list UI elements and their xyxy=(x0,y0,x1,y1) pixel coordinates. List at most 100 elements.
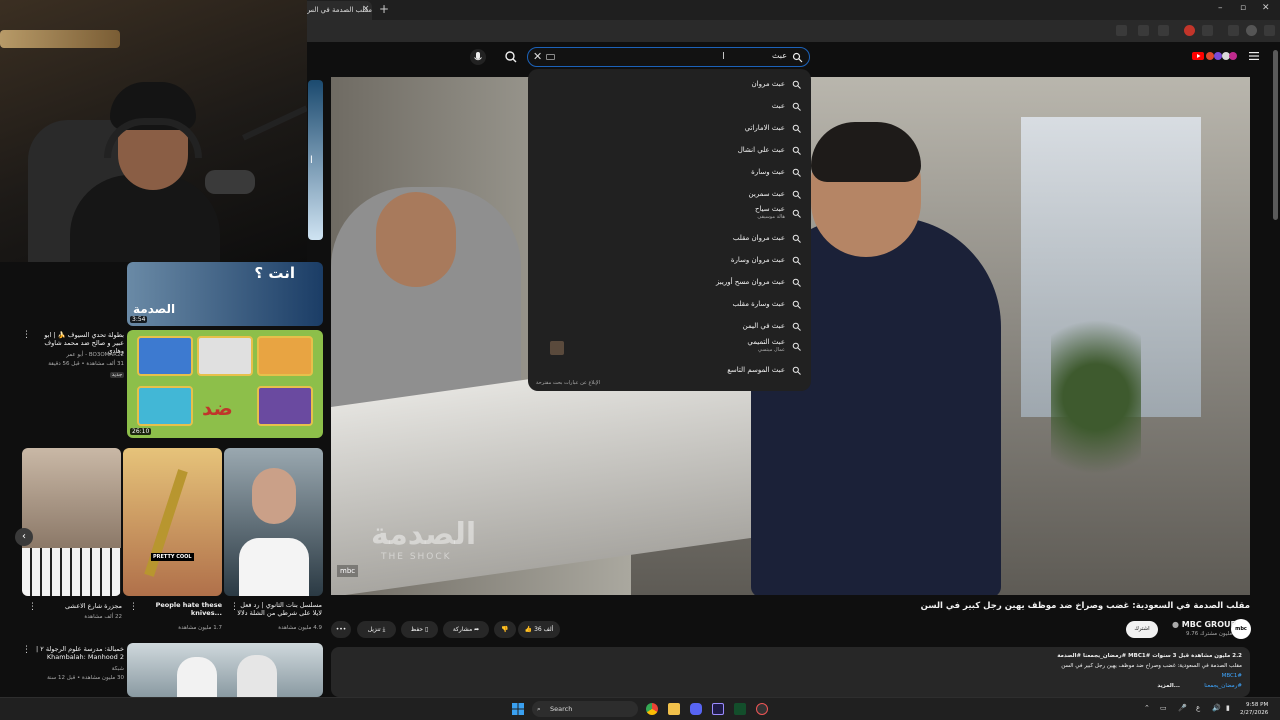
suggestion-text: عبث سمرين xyxy=(749,190,785,198)
keyboard-language[interactable]: ع xyxy=(1196,704,1200,712)
description-box[interactable]: 2.2 مليون مشاهدة قبل 3 سنوات #MBC1 #رمضا… xyxy=(331,647,1250,697)
search-suggestion[interactable]: عبث وسارة xyxy=(751,163,801,181)
video-title[interactable]: خمبالة: مدرسة علوم الرجولة ٢ | Khambalah… xyxy=(36,645,124,661)
search-suggestion[interactable]: عبث التميمي عمال ميتسي xyxy=(747,337,801,355)
like-button[interactable]: 👍 36 ألف xyxy=(518,621,560,638)
short-title[interactable]: مسلسل بنات الثانوي | رد فعل لايلا على شر… xyxy=(236,601,322,617)
short-title[interactable]: مجزرة شارع الاعشى xyxy=(36,602,122,610)
tab-close-icon[interactable]: × xyxy=(362,4,370,14)
short-title[interactable]: People hate these knives... xyxy=(136,601,222,617)
show-more-link[interactable]: ...المزيد xyxy=(1157,683,1180,689)
suggestion-label: عبث مروان وسارة xyxy=(730,256,785,264)
chrome-icon[interactable] xyxy=(646,703,658,715)
recommendation-thumbnail[interactable]: ضد 26:10 xyxy=(127,330,323,438)
search-suggestion[interactable]: عبث مروان xyxy=(752,75,801,93)
suggestion-label: عبث التميمي xyxy=(747,338,785,346)
close-window-button[interactable]: ✕ xyxy=(1262,3,1270,13)
install-icon[interactable] xyxy=(1138,25,1149,36)
premiere-icon[interactable] xyxy=(712,703,724,715)
browser-menu-icon[interactable] xyxy=(1264,25,1275,36)
download-button[interactable]: تنزيل ⤓ xyxy=(357,621,396,638)
channel-name[interactable]: BO3OMAR22 - أبو عمر xyxy=(36,352,124,358)
file-explorer-icon[interactable] xyxy=(668,703,680,715)
more-actions-icon[interactable]: ⋮ xyxy=(22,645,31,655)
hashtag-link[interactable]: #رمضان_يجمعنا xyxy=(1204,683,1242,689)
speaker-icon[interactable]: 🔊 xyxy=(1212,704,1221,712)
channel-name[interactable]: شبكة xyxy=(36,666,124,672)
extension-red-icon[interactable] xyxy=(1184,25,1195,36)
system-clock[interactable]: 9:58 PM 2/27/2026 xyxy=(1240,701,1268,717)
suggestion-label: عبث في اليمن xyxy=(742,322,785,330)
search-icon xyxy=(792,52,803,63)
suggestion-text: عبث مروان وسارة xyxy=(731,256,785,264)
excel-icon[interactable] xyxy=(734,703,746,715)
tray-mic-icon[interactable]: 🎤 xyxy=(1178,704,1187,712)
bookmark-star-icon[interactable] xyxy=(1158,25,1169,36)
suggestion-thumbnail[interactable] xyxy=(550,341,564,355)
extension-icon[interactable] xyxy=(1116,25,1127,36)
media-icon[interactable] xyxy=(1228,25,1239,36)
clear-search-icon[interactable]: ✕ xyxy=(533,50,542,63)
short-views: 4.9 مليون مشاهدة xyxy=(278,625,322,631)
short-thumbnail[interactable] xyxy=(224,448,323,596)
carousel-prev-button[interactable]: ‹ xyxy=(15,528,33,546)
download-label: تنزيل xyxy=(367,626,381,633)
search-input[interactable]: ✕ عبث xyxy=(527,47,810,67)
new-tab-button[interactable]: + xyxy=(379,2,389,16)
hamburger-menu-icon[interactable] xyxy=(1249,52,1259,60)
thumbnail-logo: الصدمة xyxy=(133,302,176,316)
tray-chevron-icon[interactable]: ⌃ xyxy=(1144,704,1150,712)
screen: مقلب الصدمة في الس × + – ▫ ✕ ✕ عبث I الص… xyxy=(0,0,1280,720)
search-button[interactable] xyxy=(500,47,522,67)
download-icon: ⤓ xyxy=(380,626,386,633)
search-icon xyxy=(792,322,801,331)
discord-icon[interactable] xyxy=(690,703,702,715)
suggestion-label: عبث الموسم التاسع xyxy=(727,366,785,374)
windows-start-icon[interactable] xyxy=(512,703,524,715)
suggestion-label: عبث سياح xyxy=(754,205,785,213)
save-button[interactable]: حفظ ▯ xyxy=(401,621,438,638)
microphone-icon[interactable] xyxy=(470,49,486,65)
verified-icon: ● xyxy=(1172,620,1182,629)
search-suggestion[interactable]: عبث وسارة مقلب xyxy=(732,295,801,313)
profile-avatar[interactable] xyxy=(1246,25,1257,36)
search-icon: ⌕ xyxy=(537,705,541,713)
suggestion-subtext: هالة موسيقى xyxy=(757,214,785,220)
browser-extensions-cluster[interactable] xyxy=(1192,51,1238,61)
page-scrollbar[interactable] xyxy=(1273,50,1278,220)
more-actions-button[interactable]: ••• xyxy=(331,621,351,638)
suggestion-text: عبث مروان مقلب xyxy=(733,234,785,242)
search-suggestion[interactable]: عبث سمرين xyxy=(749,185,801,203)
hashtag-link[interactable]: #MBC1 xyxy=(1222,673,1242,679)
report-suggestions-link[interactable]: الإبلاغ عن عبارات بحث مقترحة xyxy=(536,380,600,386)
recommendation-thumbnail[interactable]: انت ؟ الصدمة 3:54 xyxy=(127,262,323,326)
subscribe-button[interactable]: اشترك xyxy=(1126,621,1158,638)
short-thumbnail[interactable] xyxy=(22,448,121,596)
more-actions-icon[interactable]: ⋮ xyxy=(22,330,31,340)
search-suggestion[interactable]: عبث في اليمن xyxy=(743,317,801,335)
obs-icon[interactable] xyxy=(756,703,768,715)
partial-thumbnail[interactable]: ا xyxy=(308,80,323,240)
keyboard-icon[interactable] xyxy=(546,54,555,60)
search-suggestion[interactable]: عبث الاماراتي xyxy=(745,119,801,137)
search-suggestion[interactable]: عبث مروان مقلب xyxy=(733,229,801,247)
short-thumbnail[interactable]: PRETTY COOL xyxy=(123,448,222,596)
thumbnail-overlay-text: ضد xyxy=(202,396,233,420)
search-suggestion[interactable]: عبث xyxy=(772,97,801,115)
minimize-button[interactable]: – xyxy=(1218,3,1223,13)
share-button[interactable]: مشاركة ➦ xyxy=(443,621,489,638)
search-suggestion[interactable]: عبث علي انشال xyxy=(738,141,801,159)
search-suggestion[interactable]: عبث مروان مسح أوريبز xyxy=(716,273,801,291)
search-suggestion[interactable]: عبث مروان وسارة xyxy=(731,251,801,269)
recommendation-thumbnail[interactable] xyxy=(127,643,323,697)
search-suggestion[interactable]: عبث سياح هالة موسيقى xyxy=(755,204,801,222)
battery-icon[interactable]: ▮ xyxy=(1226,704,1230,712)
search-suggestion[interactable]: عبث الموسم التاسع xyxy=(727,361,801,379)
dislike-button[interactable]: 👎 xyxy=(494,621,516,638)
channel-name[interactable]: ● MBC GROUP xyxy=(1172,620,1236,629)
puzzle-icon[interactable] xyxy=(1202,25,1213,36)
maximize-button[interactable]: ▫ xyxy=(1240,3,1246,13)
tray-app-icon[interactable]: ▭ xyxy=(1160,704,1167,712)
taskbar-search[interactable]: ⌕ Search xyxy=(532,701,638,717)
search-icon xyxy=(792,124,801,133)
